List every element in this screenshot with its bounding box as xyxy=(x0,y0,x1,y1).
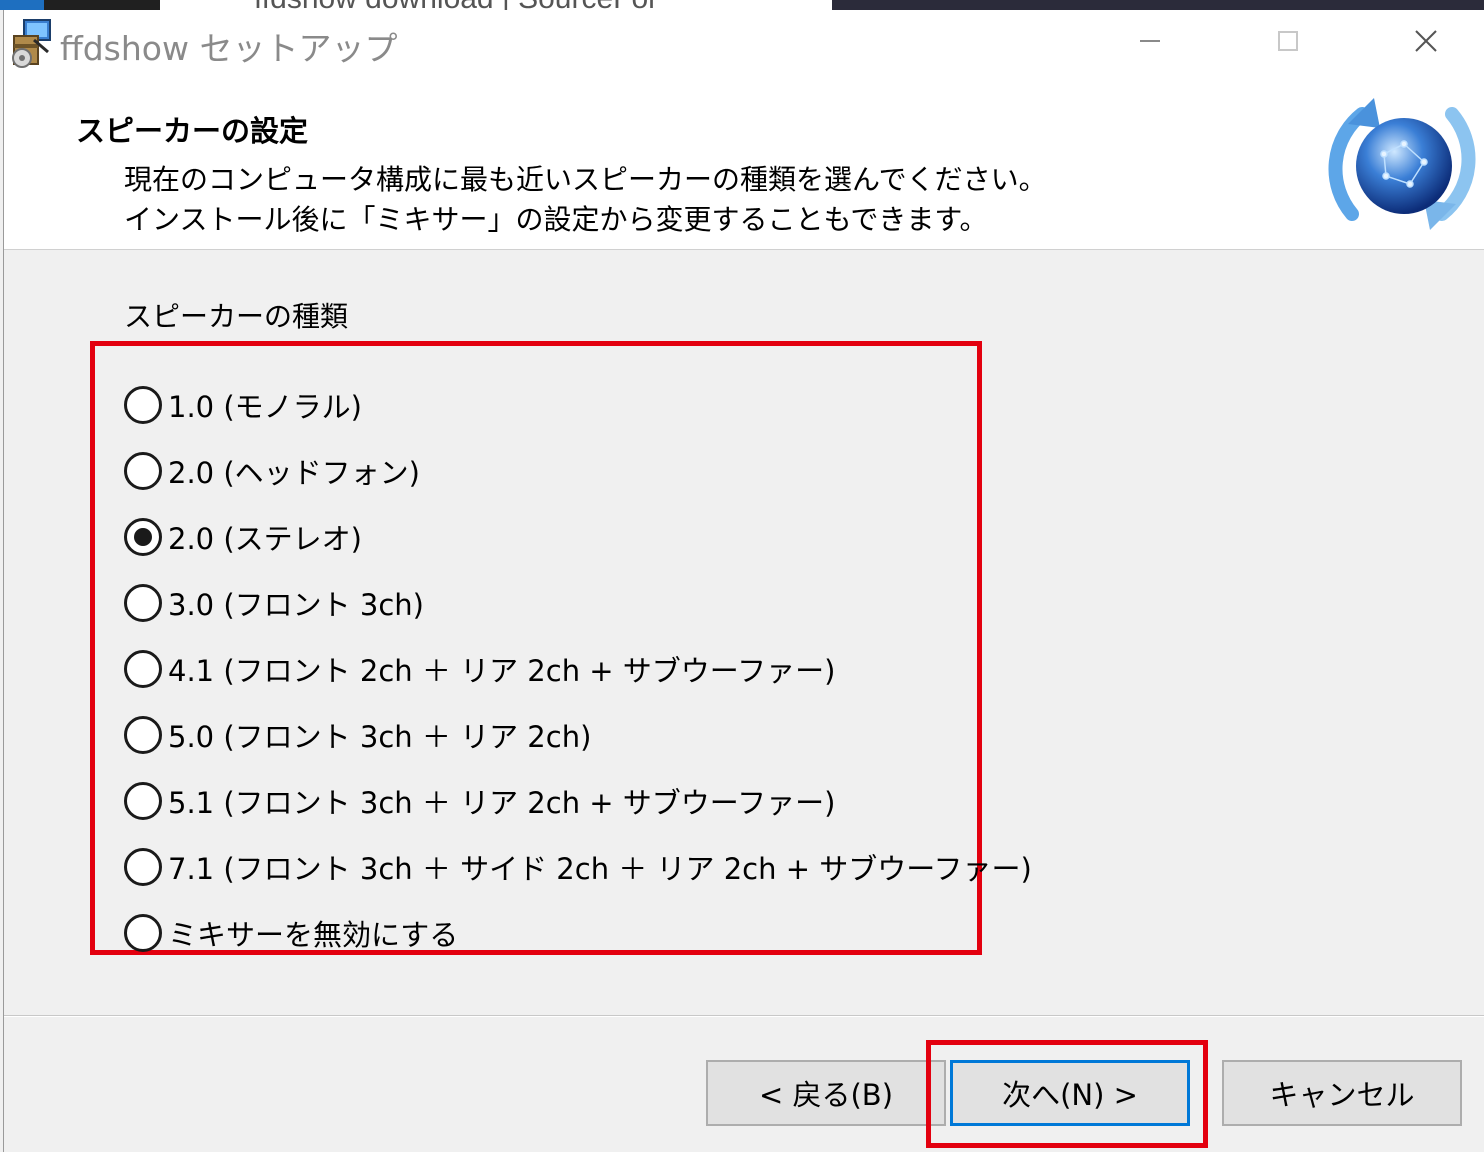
wizard-header: スピーカーの設定 現在のコンピュータ構成に最も近いスピーカーの種類を選んでくださ… xyxy=(4,72,1484,250)
radio-option-4-1[interactable]: 4.1 (フロント 2ch ＋ リア 2ch + サブウーファー) xyxy=(124,645,835,693)
radio-button[interactable] xyxy=(124,452,162,490)
title-bar: ffdshow セットアップ xyxy=(4,10,1484,72)
page-title: スピーカーの設定 xyxy=(76,114,309,148)
background-browser-tab: ffdshow download | SourceFor ✕ xyxy=(160,0,832,10)
background-window-strip: ffdshow download | SourceFor ✕ xyxy=(0,0,1484,10)
radio-label: 5.0 (フロント 3ch ＋ リア 2ch) xyxy=(168,720,592,754)
radio-label: 7.1 (フロント 3ch ＋ サイド 2ch ＋ リア 2ch + サブウーフ… xyxy=(168,852,1032,886)
installer-icon xyxy=(12,19,51,68)
footer-divider xyxy=(4,1015,1484,1017)
radio-option-3-0[interactable]: 3.0 (フロント 3ch) xyxy=(124,579,424,627)
radio-button[interactable] xyxy=(124,848,162,886)
wizard-body: スピーカーの種類 1.0 (モノラル) 2.0 (ヘッドフォン) 2.0 (ステ… xyxy=(4,251,1484,1015)
radio-button[interactable] xyxy=(124,716,162,754)
radio-label: ミキサーを無効にする xyxy=(168,918,459,952)
close-button[interactable] xyxy=(1376,10,1476,72)
radio-button[interactable] xyxy=(124,584,162,622)
radio-option-2-0-stereo[interactable]: 2.0 (ステレオ) xyxy=(124,513,362,561)
maximize-button[interactable] xyxy=(1238,10,1338,72)
maximize-icon xyxy=(1278,31,1298,51)
back-button[interactable]: < 戻る(B) xyxy=(706,1060,946,1126)
radio-option-disable-mixer[interactable]: ミキサーを無効にする xyxy=(124,909,458,957)
minimize-button[interactable] xyxy=(1100,10,1200,72)
background-browser-area xyxy=(832,0,1484,10)
radio-button[interactable] xyxy=(124,650,162,688)
next-button-highlight-box xyxy=(926,1040,1208,1148)
page-description-line2: インストール後に「ミキサー」の設定から変更することもできます。 xyxy=(124,203,988,236)
radio-label: 2.0 (ヘッドフォン) xyxy=(168,456,420,490)
radio-button-selected[interactable] xyxy=(124,518,162,556)
radio-button[interactable] xyxy=(124,914,162,952)
close-icon xyxy=(1415,30,1437,52)
radio-label: 2.0 (ステレオ) xyxy=(168,522,362,556)
radio-label: 4.1 (フロント 2ch ＋ リア 2ch + サブウーファー) xyxy=(168,654,836,688)
radio-button[interactable] xyxy=(124,386,162,424)
radio-option-5-0[interactable]: 5.0 (フロント 3ch ＋ リア 2ch) xyxy=(124,711,591,759)
radio-button[interactable] xyxy=(124,782,162,820)
radio-label: 3.0 (フロント 3ch) xyxy=(168,588,424,622)
setup-window: ffdshow セットアップ スピーカーの設定 現在のコンピュータ構成に最も近い… xyxy=(3,10,1484,1152)
globe-refresh-icon xyxy=(1328,98,1476,230)
cancel-button[interactable]: キャンセル xyxy=(1222,1060,1462,1126)
background-tab-title: ffdshow download | SourceFor xyxy=(254,0,658,10)
background-taskbar-edge xyxy=(0,0,44,10)
radio-label: 1.0 (モノラル) xyxy=(168,390,362,424)
radio-option-2-0-headphones[interactable]: 2.0 (ヘッドフォン) xyxy=(124,447,420,495)
minimize-icon xyxy=(1140,40,1160,42)
radio-option-5-1[interactable]: 5.1 (フロント 3ch ＋ リア 2ch + サブウーファー) xyxy=(124,777,835,825)
window-title: ffdshow セットアップ xyxy=(60,29,398,68)
radio-option-7-1[interactable]: 7.1 (フロント 3ch ＋ サイド 2ch ＋ リア 2ch + サブウーフ… xyxy=(124,843,1032,891)
radio-option-1-0[interactable]: 1.0 (モノラル) xyxy=(124,381,362,429)
speaker-type-label: スピーカーの種類 xyxy=(124,300,349,333)
page-description-line1: 現在のコンピュータ構成に最も近いスピーカーの種類を選んでください。 xyxy=(124,163,1047,196)
radio-label: 5.1 (フロント 3ch ＋ リア 2ch + サブウーファー) xyxy=(168,786,836,820)
